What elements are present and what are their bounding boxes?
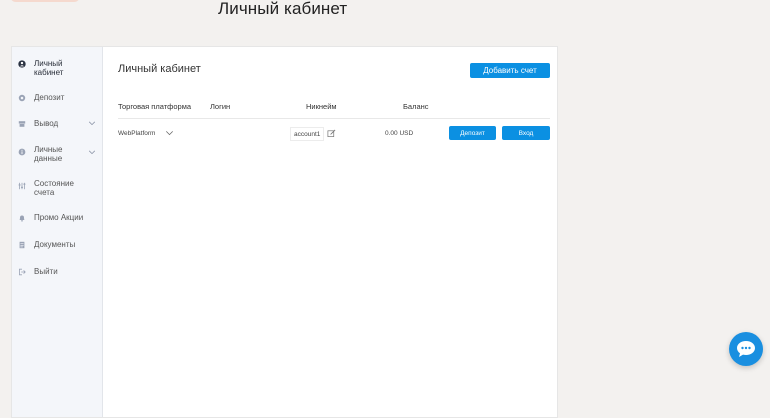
sidebar-item-logout[interactable]: Выйти: [12, 267, 102, 276]
sidebar-item-label: Состояние счета: [34, 179, 74, 197]
withdraw-icon: [18, 121, 26, 127]
nickname-field[interactable]: account1: [290, 127, 325, 141]
chevron-down-icon[interactable]: [88, 119, 96, 127]
edit-icon[interactable]: [327, 129, 336, 138]
chat-button[interactable]: [729, 332, 763, 366]
nickname-value: account1: [294, 130, 321, 138]
chevron-down-icon[interactable]: [165, 129, 174, 137]
chat-icon: [737, 341, 755, 357]
sidebar-item-documents[interactable]: Документы: [12, 240, 102, 249]
user-icon: [18, 60, 26, 68]
column-header-nickname: Никнейм: [306, 102, 337, 111]
document-icon: [19, 241, 25, 249]
account-panel: Личный кабинет Депозит Вывод Личные данн…: [11, 46, 558, 418]
sidebar-item-promo[interactable]: Промо Акции: [12, 213, 102, 222]
column-header-balance: Баланс: [403, 102, 429, 111]
sidebar-item-personal-cabinet[interactable]: Личный кабинет: [12, 59, 102, 77]
column-header-platform: Торговая платформа: [118, 102, 192, 111]
sidebar-item-account-status[interactable]: Состояние счета: [12, 179, 102, 197]
page-title: Личный кабинет: [218, 0, 348, 18]
sidebar-item-label: Личный кабинет: [34, 59, 64, 77]
sidebar-item-label: Промо Акции: [34, 213, 84, 222]
login-button[interactable]: Вход: [502, 126, 550, 140]
sidebar-item-label: Депозит: [34, 93, 65, 102]
sidebar-item-label: Вывод: [34, 119, 59, 128]
add-account-button[interactable]: Добавить счет: [470, 63, 550, 78]
wallet-icon: [18, 94, 26, 102]
sidebar-item-withdraw[interactable]: Вывод: [12, 119, 102, 128]
info-icon: [18, 148, 26, 156]
sidebar-item-label: Личные данные: [34, 145, 63, 163]
sliders-icon: [18, 182, 26, 190]
sidebar-item-label: Выйти: [34, 267, 58, 276]
chevron-down-icon[interactable]: [88, 148, 96, 156]
sidebar: Личный кабинет Депозит Вывод Личные данн…: [12, 47, 103, 417]
table-divider: [118, 118, 550, 119]
balance-cell: 0.00 USD: [385, 130, 414, 137]
column-header-login: Логин: [210, 102, 231, 111]
platform-cell: WebPlatform: [118, 130, 156, 137]
deposit-button[interactable]: Депозит: [449, 126, 496, 140]
logout-icon: [19, 268, 26, 276]
sidebar-item-deposit[interactable]: Депозит: [12, 93, 102, 102]
sidebar-item-personal-data[interactable]: Личные данные: [12, 145, 102, 163]
sidebar-item-label: Документы: [34, 240, 76, 249]
logo: [10, 0, 80, 2]
main-content: Личный кабинет Добавить счет Торговая пл…: [103, 47, 557, 417]
section-title: Личный кабинет: [118, 63, 201, 75]
bell-icon: [19, 215, 25, 222]
